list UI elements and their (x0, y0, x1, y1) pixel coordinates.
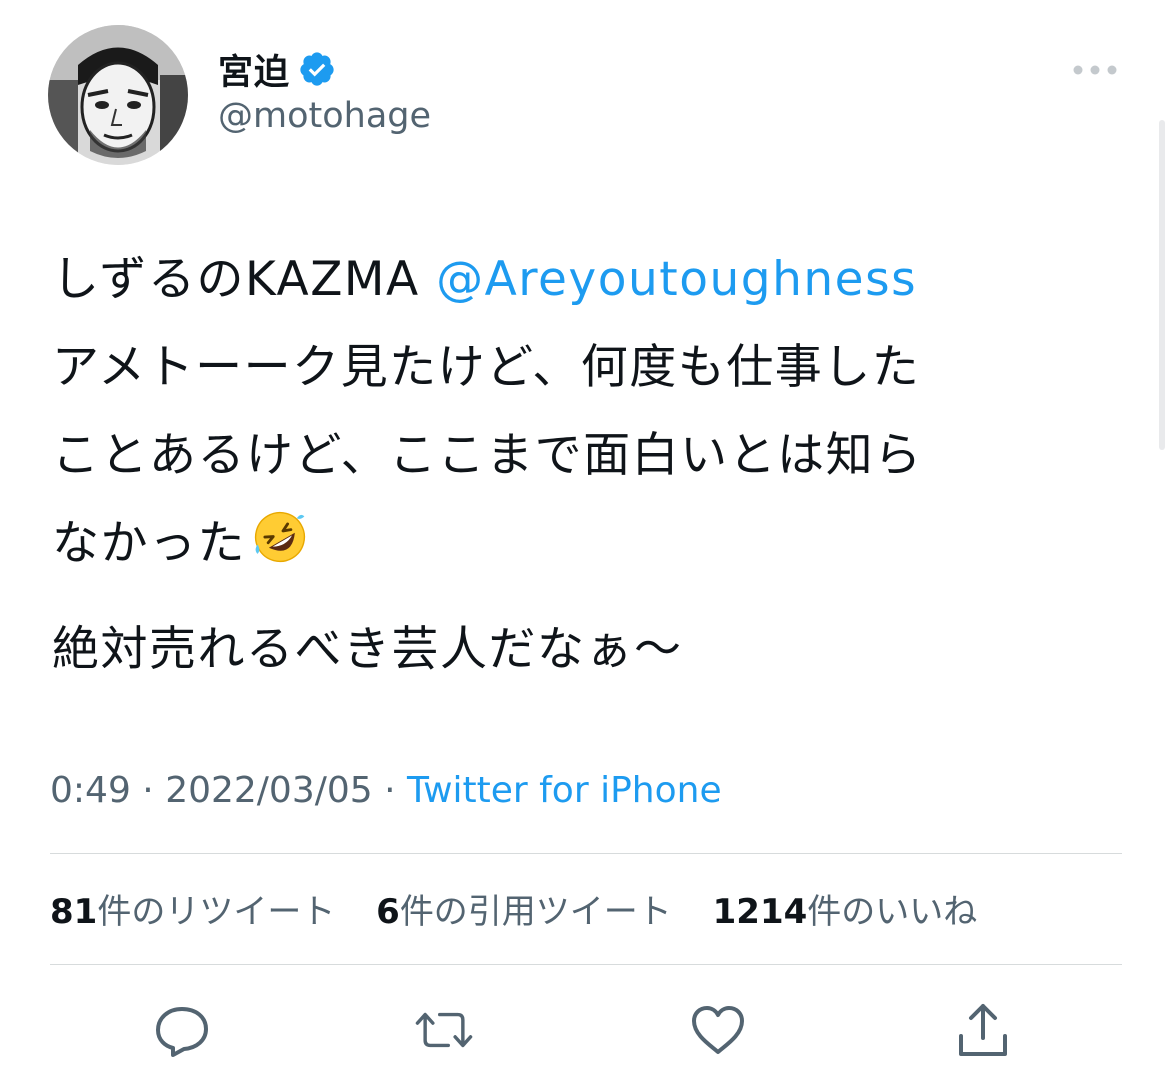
quotes-label: 件の引用ツイート (399, 892, 672, 932)
quotes-count: 6 (376, 892, 400, 932)
likes-count: 1214 (712, 892, 808, 932)
avatar-image (48, 25, 188, 165)
avatar[interactable] (48, 25, 188, 165)
tweet-actions (0, 1000, 1169, 1060)
divider-bottom (50, 964, 1122, 965)
meta-separator-2: · (372, 770, 408, 811)
like-icon[interactable] (688, 1000, 748, 1060)
share-icon[interactable] (953, 1000, 1013, 1060)
retweets-stat[interactable]: 81件のリツイート (50, 892, 335, 932)
meta-separator-1: · (130, 770, 166, 811)
more-options-icon[interactable] (1072, 58, 1118, 82)
scrollbar[interactable] (1159, 120, 1165, 450)
tweet-source[interactable]: Twitter for iPhone (407, 770, 722, 811)
tweet-time[interactable]: 0:49 (50, 770, 131, 811)
mention-link[interactable]: @Areyoutoughness (436, 252, 917, 307)
quotes-stat[interactable]: 6件の引用ツイート (376, 892, 672, 932)
retweets-count: 81 (50, 892, 98, 932)
rolling-on-the-floor-laughing-emoji-icon (254, 511, 306, 563)
retweets-label: 件のリツイート (97, 892, 336, 932)
tweet-line-2: アメトーーク見たけど、何度も仕事した (52, 340, 921, 395)
likes-label: 件のいいね (807, 892, 978, 932)
reply-icon[interactable] (152, 1000, 212, 1060)
tweet-line-4-text: なかった (52, 516, 246, 571)
retweet-icon[interactable] (414, 1000, 474, 1060)
tweet-line-1-text: しずるのKAZMA (52, 252, 437, 307)
likes-stat[interactable]: 1214件のいいね (713, 892, 978, 932)
verified-badge-icon (300, 52, 334, 86)
tweet-line-1: しずるのKAZMA @Areyoutoughness (52, 236, 1132, 324)
tweet-date[interactable]: 2022/03/05 (165, 770, 373, 811)
tweet-stats: 81件のリツイート 6件の引用ツイート 1214件のいいね (50, 884, 1007, 933)
display-name[interactable]: 宮迫 (218, 44, 290, 95)
tweet-meta: 0:49 · 2022/03/05 · Twitter for iPhone (50, 770, 722, 811)
tweet-text: しずるのKAZMA @Areyoutoughness アメトーーク見たけど、何度… (52, 236, 1132, 694)
tweet-line-4: なかった (52, 500, 1132, 588)
divider-top (50, 853, 1122, 854)
tweet-line-3: ことあるけど、ここまで面白いとは知ら (52, 428, 923, 483)
tweet-line-5: 絶対売れるべき芸人だなぁ〜 (52, 622, 683, 677)
author-handle[interactable]: @motohage (218, 96, 431, 136)
author-name-row[interactable]: 宮迫 (218, 44, 336, 94)
